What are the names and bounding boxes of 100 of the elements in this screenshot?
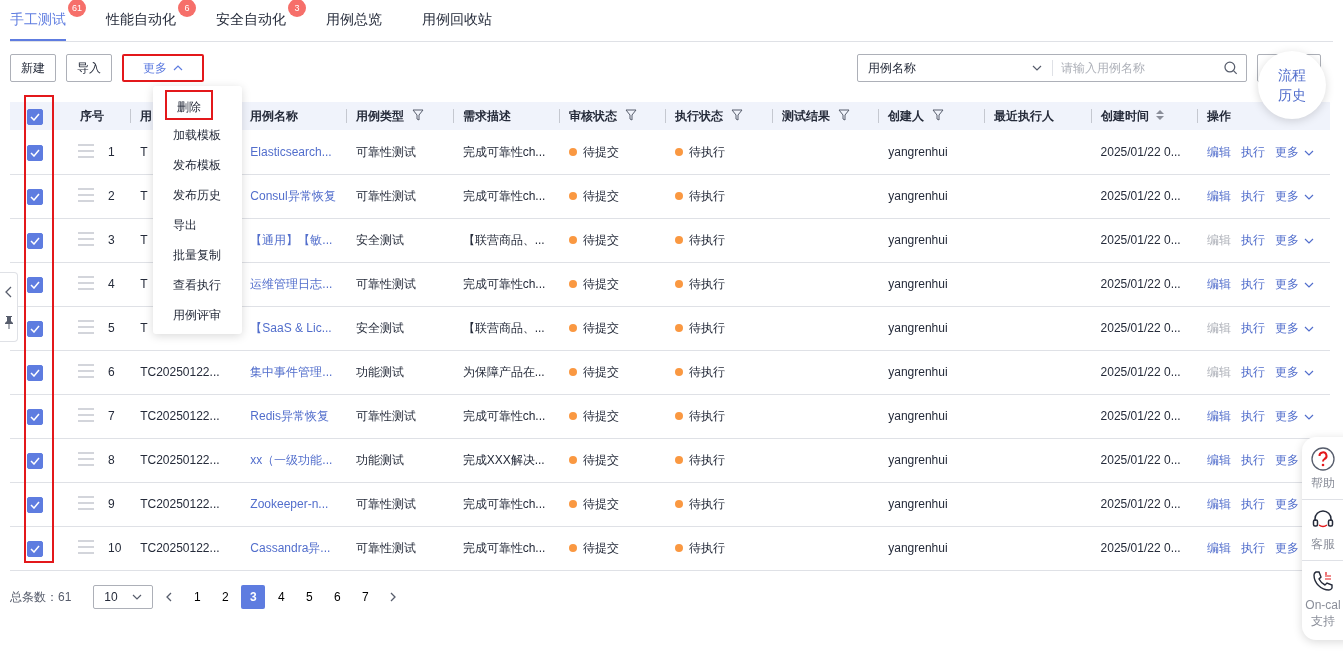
page-button[interactable]: 6 (325, 584, 350, 609)
case-name-link[interactable]: xx（一级功能... (250, 453, 333, 467)
page-button[interactable]: 4 (269, 584, 294, 609)
more-link[interactable]: 更多 (1274, 142, 1299, 161)
execute-link[interactable]: 执行 (1240, 407, 1265, 425)
toolbar-button[interactable]: 新建 (10, 54, 56, 82)
more-link[interactable]: 更多 (1274, 495, 1299, 513)
more-link[interactable]: 更多 (1274, 451, 1299, 469)
row-checkbox[interactable] (27, 276, 43, 293)
row-checkbox[interactable] (27, 408, 43, 425)
status-label: 待提交 (568, 365, 619, 379)
sort-icon[interactable] (1154, 109, 1165, 121)
drag-handle-icon[interactable] (78, 188, 95, 202)
edit-link[interactable]: 编辑 (1206, 275, 1231, 293)
page-button[interactable]: 2 (213, 584, 238, 609)
case-name-link[interactable]: Zookeeper-n... (250, 497, 329, 511)
execute-link[interactable]: 执行 (1240, 539, 1265, 557)
edit-link[interactable]: 编辑 (1206, 539, 1231, 557)
filter-icon[interactable] (932, 109, 945, 121)
tab[interactable]: 用例回收站 (422, 0, 492, 41)
case-type: 可靠性测试 (356, 189, 417, 203)
case-name-link[interactable]: 集中事件管理... (250, 365, 333, 379)
side-panel-toggle[interactable] (0, 272, 18, 342)
search-field[interactable]: 用例名称 请输入用例名称 (857, 54, 1247, 82)
tab[interactable]: 手工测试 61 (10, 0, 86, 41)
row-checkbox[interactable] (27, 364, 43, 381)
tab[interactable]: 用例总览 (326, 0, 382, 41)
tab[interactable]: 安全自动化 3 (216, 0, 306, 41)
execute-link[interactable]: 执行 (1240, 319, 1265, 337)
row-checkbox[interactable] (27, 144, 43, 161)
drag-handle-icon[interactable] (78, 452, 95, 466)
next-page-icon[interactable] (389, 591, 398, 602)
case-name-link[interactable]: 运维管理日志... (250, 277, 333, 291)
row-checkbox[interactable] (27, 496, 43, 513)
menu-item[interactable]: 删除 (165, 90, 213, 120)
menu-item[interactable]: 加载模板 (165, 120, 229, 150)
menu-item[interactable]: 批量复制 (165, 240, 229, 270)
row-checkbox[interactable] (27, 452, 43, 469)
page-button[interactable]: 5 (297, 584, 322, 609)
filter-icon[interactable] (412, 109, 425, 121)
drag-handle-icon[interactable] (78, 320, 95, 334)
previous-page-icon[interactable] (165, 591, 174, 602)
page-button[interactable]: 3 (241, 584, 266, 609)
menu-item[interactable]: 用例评审 (165, 300, 229, 330)
more-button[interactable]: 更多 (122, 54, 204, 82)
edit-link[interactable]: 编辑 (1206, 407, 1231, 425)
flow-history-float-menu[interactable]: 流程历史 (1258, 51, 1326, 119)
filter-icon[interactable] (624, 109, 637, 121)
row-checkbox[interactable] (27, 188, 43, 205)
execute-link[interactable]: 执行 (1240, 187, 1265, 205)
case-name-link[interactable]: Elasticsearch... (250, 144, 332, 159)
edit-link[interactable]: 编辑 (1206, 495, 1231, 513)
more-link[interactable]: 更多 (1274, 407, 1299, 425)
menu-item[interactable]: 导出 (165, 210, 205, 240)
edit-link[interactable]: 编辑 (1206, 142, 1231, 161)
row-checkbox[interactable] (27, 320, 43, 337)
execute-link[interactable]: 执行 (1240, 231, 1265, 249)
filter-icon[interactable] (730, 109, 743, 121)
more-link[interactable]: 更多 (1274, 363, 1299, 381)
menu-item[interactable]: 发布模板 (165, 150, 229, 180)
page-button[interactable]: 1 (185, 584, 210, 609)
drag-handle-icon[interactable] (78, 143, 95, 158)
toolbar-button[interactable]: 导入 (66, 54, 112, 82)
more-link[interactable]: 更多 (1274, 319, 1299, 337)
row-checkbox[interactable] (27, 232, 43, 249)
page-size-select[interactable]: 10 (93, 584, 154, 609)
drag-handle-icon[interactable] (78, 364, 95, 378)
drag-handle-icon[interactable] (78, 232, 95, 246)
execute-link[interactable]: 执行 (1240, 451, 1265, 469)
case-name-link[interactable]: 【通用】【敏... (250, 233, 333, 247)
case-name-link[interactable]: Cassandra异... (250, 541, 331, 555)
row-checkbox[interactable] (27, 540, 43, 557)
drag-handle-icon[interactable] (78, 540, 95, 554)
menu-item[interactable]: 发布历史 (165, 180, 229, 210)
help-panel-button[interactable]: On-cal 支持 (1302, 569, 1343, 637)
menu-item[interactable]: 查看执行 (165, 270, 229, 300)
execute-link[interactable]: 执行 (1240, 363, 1265, 381)
filter-icon[interactable] (838, 109, 851, 121)
help-panel-button[interactable]: 客服 (1302, 508, 1343, 561)
more-link[interactable]: 更多 (1274, 539, 1299, 557)
more-link[interactable]: 更多 (1274, 187, 1299, 205)
case-name-link[interactable]: Consul异常恢复 (250, 189, 336, 203)
more-link[interactable]: 更多 (1274, 275, 1299, 293)
search-icon[interactable] (1224, 61, 1238, 75)
case-name-link[interactable]: 【SaaS & Lic... (250, 321, 332, 335)
execute-link[interactable]: 执行 (1240, 495, 1265, 513)
drag-handle-icon[interactable] (78, 276, 95, 290)
select-all-checkbox[interactable] (27, 108, 43, 125)
drag-handle-icon[interactable] (78, 408, 95, 422)
edit-link[interactable]: 编辑 (1206, 187, 1231, 205)
edit-link[interactable]: 编辑 (1206, 451, 1231, 469)
execute-link[interactable]: 执行 (1240, 142, 1265, 161)
page-button[interactable]: 7 (353, 584, 378, 609)
tab[interactable]: 性能自动化 6 (106, 0, 196, 41)
created-time: 2025/01/22 0... (1100, 144, 1181, 159)
execute-link[interactable]: 执行 (1240, 275, 1265, 293)
help-panel-button[interactable]: 帮助 (1302, 447, 1343, 500)
drag-handle-icon[interactable] (78, 496, 95, 510)
more-link[interactable]: 更多 (1274, 231, 1299, 249)
case-name-link[interactable]: Redis异常恢复 (250, 409, 329, 423)
